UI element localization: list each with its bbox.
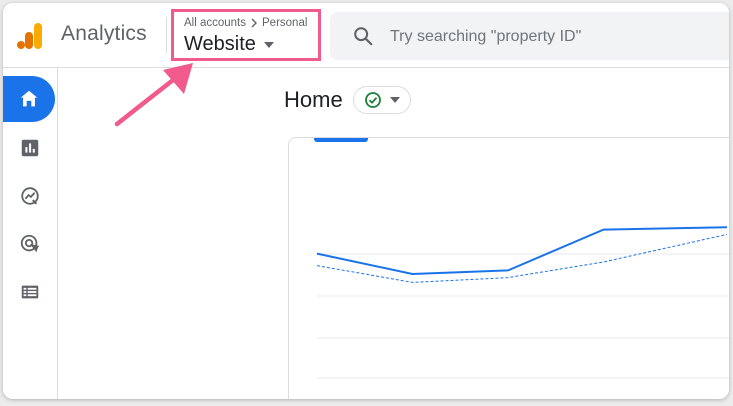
nav-item-reports[interactable] [3,125,57,171]
list-icon [21,285,39,299]
analytics-window: Analytics All accounts Personal Website [3,3,729,399]
nav-item-explore[interactable] [3,173,57,219]
header-divider [166,17,167,53]
analytics-logo-icon[interactable] [16,22,44,50]
caret-down-icon [390,97,400,103]
status-chip[interactable] [353,86,411,114]
breadcrumb-account: Personal [262,17,308,29]
breadcrumb-all-accounts: All accounts [184,17,247,29]
home-icon [20,90,38,107]
property-name: Website [184,33,256,55]
chart-line-current [316,226,728,276]
overview-card [288,137,729,399]
search-input[interactable] [388,22,722,52]
nav-item-advertising[interactable] [3,221,57,267]
check-circle-icon [365,92,381,108]
search-icon [354,27,373,46]
property-selector[interactable]: Website [184,33,274,56]
explore-icon [21,187,39,205]
account-property-picker[interactable]: All accounts Personal Website [171,9,321,61]
breadcrumb: All accounts Personal [184,17,307,29]
annotation-arrow-icon [114,63,193,127]
app-title: Analytics [61,22,147,45]
advertising-icon [20,234,40,253]
caret-down-icon [263,41,274,48]
left-nav [3,68,58,399]
chevron-right-icon [251,18,258,28]
chart-line-comparison [316,233,728,283]
nav-item-home[interactable] [3,76,55,122]
page-title: Home [284,87,343,112]
reports-icon [21,139,39,157]
search-bar[interactable] [330,12,729,60]
overview-chart [316,226,729,379]
nav-item-configure[interactable] [3,269,57,315]
